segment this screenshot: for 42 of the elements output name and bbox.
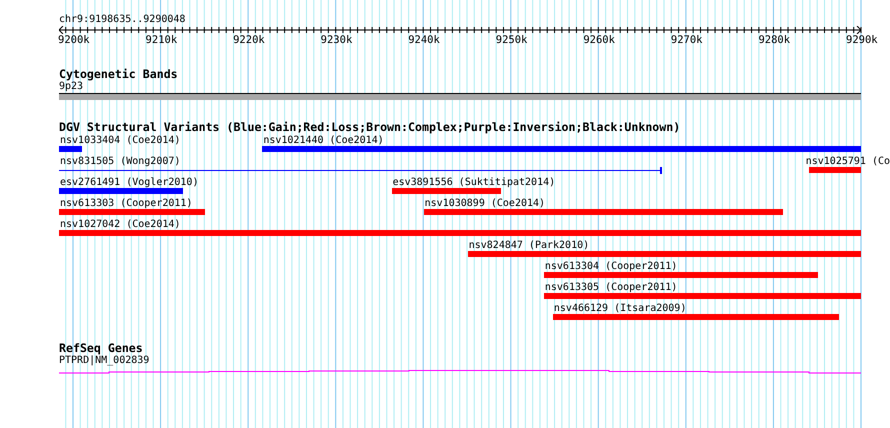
tick-label: 9220k xyxy=(233,34,265,46)
variant-label: nsv466129 (Itsara2009) xyxy=(554,303,686,314)
tick-label: 9290k xyxy=(846,34,878,46)
variant-bar[interactable] xyxy=(424,209,784,215)
variant-label: nsv824847 (Park2010) xyxy=(468,240,590,251)
track-title: DGV Structural Variants (Blue:Gain;Red:Loss;Brown:Complex;Purple:Inversion;Black:Unknown) xyxy=(59,121,680,133)
track-title: Cytogenetic Bands xyxy=(59,68,178,80)
tick-label: 9240k xyxy=(408,34,440,46)
region-label: chr9:9198635..9290048 xyxy=(59,14,186,25)
variant-label: nsv613304 (Cooper2011) xyxy=(544,261,678,272)
variant-bar[interactable] xyxy=(59,230,861,236)
variant-bar[interactable] xyxy=(544,272,818,278)
variant-label: esv2761491 (Vogler2010) xyxy=(60,177,198,188)
variant-bar[interactable] xyxy=(809,167,861,173)
variant-bar[interactable] xyxy=(262,146,861,152)
variant-bar[interactable] xyxy=(544,293,861,299)
variant-bar[interactable] xyxy=(552,314,840,320)
tick-label: 9270k xyxy=(670,34,702,46)
variant-bar[interactable] xyxy=(392,188,501,194)
variant-bar[interactable] xyxy=(468,251,861,257)
tick-label: 9250k xyxy=(496,34,528,46)
variant-label: nsv1025791 (Co xyxy=(806,156,890,167)
variant-label: nsv1033404 (Coe2014) xyxy=(60,135,180,146)
tick-label: 9230k xyxy=(320,34,352,46)
tick-label: 9200k xyxy=(58,34,90,46)
tick-label: 9210k xyxy=(146,34,178,46)
variant-label: nsv831505 (Wong2007) xyxy=(60,156,180,167)
track-title: RefSeq Genes xyxy=(59,342,143,354)
variant-label: nsv613305 (Cooper2011) xyxy=(544,282,678,293)
variant-line[interactable] xyxy=(59,170,662,171)
variant-label: nsv613303 (Cooper2011) xyxy=(60,198,192,209)
variant-label: nsv1027042 (Coe2014) xyxy=(60,219,180,230)
variant-label: esv3891556 (Suktitipat2014) xyxy=(392,177,556,188)
gene-label: PTPRD|NM_002839 xyxy=(59,355,150,366)
tick-label: 9280k xyxy=(758,34,790,46)
variant-bar[interactable] xyxy=(59,209,206,215)
variant-label: nsv1021440 (Coe2014) xyxy=(263,135,384,146)
variant-label: nsv1030899 (Coe2014) xyxy=(424,198,546,209)
tick-label: 9260k xyxy=(583,34,615,46)
variant-bar[interactable] xyxy=(59,146,82,152)
band-label: 9p23 xyxy=(59,81,84,92)
variant-bar[interactable] xyxy=(59,188,184,194)
